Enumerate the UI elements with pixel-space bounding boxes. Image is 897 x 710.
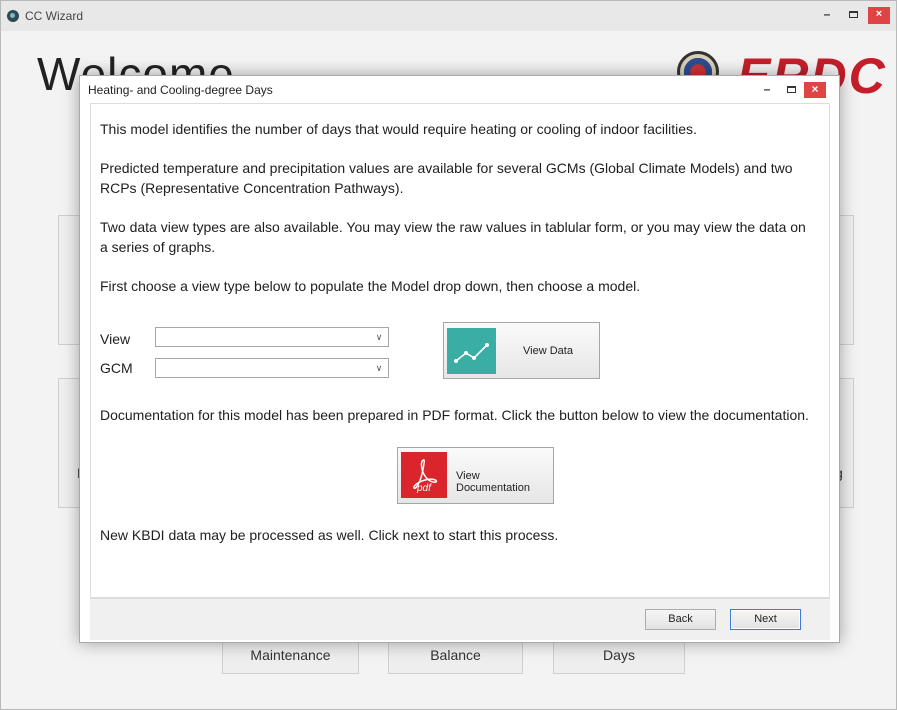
documentation-text: Documentation for this model has been pr… (100, 407, 809, 423)
dialog-title: Heating- and Cooling-degree Days (88, 83, 273, 97)
balance-button[interactable]: Balance (388, 638, 523, 674)
view-data-label: View Data (523, 345, 573, 357)
line-chart-icon (447, 328, 496, 374)
main-minimize-icon[interactable]: – (816, 7, 838, 24)
pdf-badge-text: pdf (417, 483, 431, 494)
main-window-title: CC Wizard (25, 9, 84, 23)
kbdi-text: New KBDI data may be processed as well. … (100, 527, 559, 543)
main-close-icon[interactable]: × (868, 7, 890, 24)
heating-cooling-dialog: Heating- and Cooling-degree Days – × Thi… (79, 75, 840, 643)
view-label: View (100, 331, 131, 347)
view-types-text: Two data view types are also available. … (100, 219, 806, 255)
dialog-titlebar: Heating- and Cooling-degree Days – × (80, 76, 839, 103)
dialog-close-icon[interactable]: × (804, 82, 826, 98)
pdf-icon: pdf (401, 452, 447, 498)
view-documentation-label: View Documentation (456, 470, 530, 494)
back-button[interactable]: Back (645, 609, 716, 630)
days-button[interactable]: Days (553, 638, 685, 674)
dropdown-arrow-icon[interactable]: ∨ (372, 360, 386, 376)
gcm-select[interactable]: ∨ (155, 358, 389, 378)
next-button[interactable]: Next (730, 609, 801, 630)
gcm-label: GCM (100, 360, 133, 376)
maintenance-button[interactable]: Maintenance (222, 638, 359, 674)
dialog-maximize-icon[interactable] (780, 82, 802, 98)
main-maximize-icon[interactable] (842, 7, 864, 24)
intro-text: This model identifies the number of days… (100, 121, 697, 137)
dialog-content: This model identifies the number of days… (90, 103, 830, 598)
view-documentation-button[interactable]: pdf View Documentation (397, 447, 554, 504)
main-titlebar: CC Wizard – × (1, 1, 896, 31)
view-select[interactable]: ∨ (155, 327, 389, 347)
dialog-minimize-icon[interactable]: – (756, 82, 778, 98)
app-icon (7, 10, 19, 22)
dialog-footer: Back Next (90, 598, 830, 640)
view-data-button[interactable]: View Data (443, 322, 600, 379)
dropdown-arrow-icon[interactable]: ∨ (372, 329, 386, 345)
instructions-text: First choose a view type below to popula… (100, 278, 641, 294)
values-text: Predicted temperature and precipitation … (100, 160, 793, 196)
